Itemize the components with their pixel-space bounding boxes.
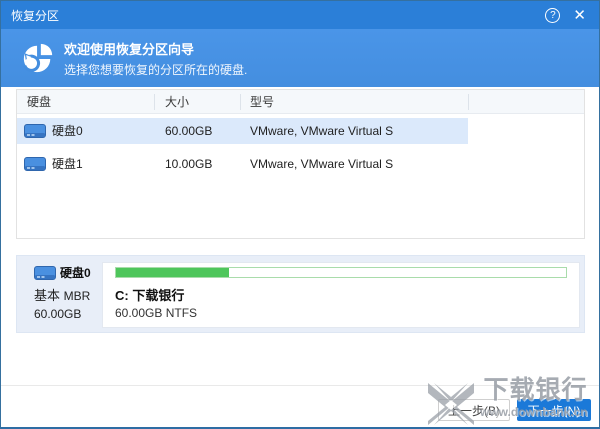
hard-disk-icon — [34, 266, 56, 280]
disk-size: 10.00GB — [165, 151, 212, 177]
disk-row-1[interactable]: 硬盘1 10.00GB VMware, VMware Virtual S — [17, 151, 468, 177]
recover-partition-window: 恢复分区 ? ✕ 欢迎使用恢复分区向导 选择您想要恢复的分区所在的硬盘. 硬盘 … — [0, 0, 600, 429]
column-header-size[interactable]: 大小 — [165, 90, 189, 114]
disk-detail-summary: 硬盘0 基本 MBR 60.00GB — [17, 256, 102, 332]
hard-disk-icon — [24, 157, 46, 171]
disk-name: 硬盘1 — [52, 151, 83, 177]
hard-disk-icon — [24, 124, 46, 138]
usage-bar — [115, 267, 567, 278]
column-divider — [468, 94, 469, 110]
column-header-model[interactable]: 型号 — [250, 90, 274, 114]
disk-size: 60.00GB — [165, 118, 212, 144]
wizard-header: 欢迎使用恢复分区向导 选择您想要恢复的分区所在的硬盘. — [1, 29, 599, 87]
recover-partition-icon — [21, 41, 55, 75]
titlebar: 恢复分区 ? ✕ — [1, 1, 599, 29]
help-icon[interactable]: ? — [545, 8, 560, 23]
back-button[interactable]: 上一步(B) — [438, 399, 510, 421]
disk-table-header: 硬盘 大小 型号 — [17, 90, 584, 114]
disk-model: VMware, VMware Virtual S — [250, 118, 393, 144]
window-title: 恢复分区 — [11, 7, 59, 24]
partition-style: MBR — [64, 289, 91, 303]
partition-info: 60.00GB NTFS — [115, 306, 197, 320]
column-header-disk[interactable]: 硬盘 — [27, 90, 51, 114]
partition-block[interactable]: C: 下载银行 60.00GB NTFS — [102, 262, 580, 328]
column-divider — [240, 94, 241, 110]
detail-disk-size: 60.00GB — [34, 307, 102, 321]
disk-name: 硬盘0 — [52, 118, 83, 144]
disk-table: 硬盘 大小 型号 硬盘0 60.00GB VMware, VMware Virt… — [16, 89, 585, 239]
column-divider — [154, 94, 155, 110]
disk-row-0[interactable]: 硬盘0 60.00GB VMware, VMware Virtual S — [17, 118, 468, 144]
partition-label: C: 下载银行 — [115, 285, 184, 304]
next-button[interactable]: 下一步(N) — [517, 399, 591, 421]
disk-model: VMware, VMware Virtual S — [250, 151, 393, 177]
close-icon[interactable]: ✕ — [570, 8, 589, 23]
detail-disk-name: 硬盘0 — [60, 264, 91, 281]
wizard-title: 欢迎使用恢复分区向导 — [64, 39, 247, 58]
footer-divider — [1, 385, 599, 386]
usage-bar-fill — [116, 268, 229, 277]
disk-detail-panel: 硬盘0 基本 MBR 60.00GB C: 下载银行 60.00GB NTFS — [16, 255, 585, 333]
wizard-subtitle: 选择您想要恢复的分区所在的硬盘. — [64, 61, 247, 78]
detail-disk-type: 基本 MBR — [34, 285, 102, 304]
